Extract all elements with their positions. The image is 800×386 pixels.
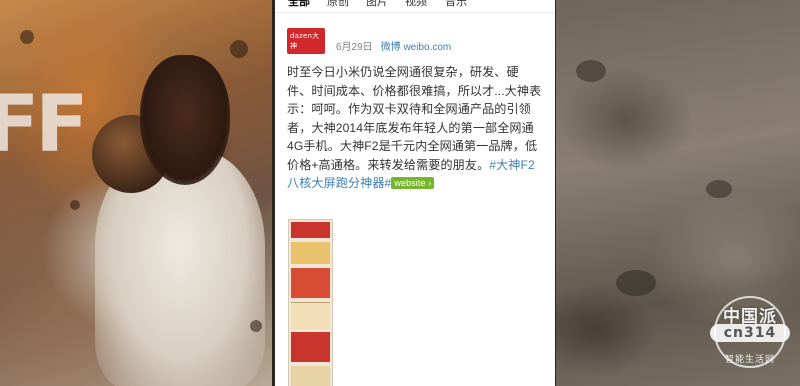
paint-splash — [20, 30, 34, 44]
post-meta: 6月29日 微博 weibo.com — [336, 38, 451, 53]
tab-original[interactable]: 原创 — [327, 0, 349, 9]
texture-stain — [706, 180, 732, 198]
watermark-code: cn314 — [723, 325, 777, 341]
tab-images[interactable]: 图片 — [366, 0, 388, 9]
post-body-text: 时至今日小米仍说全网通很复杂，研发、硬件、时间成本、价格都很难搞，所以才...大… — [287, 65, 542, 172]
player-head — [140, 55, 230, 185]
paint-splash — [70, 200, 80, 210]
feed-filter-tabs: 全部 原创 图片 视频 音乐 — [275, 0, 555, 13]
texture-stain — [576, 60, 606, 82]
post-image-thumbnail[interactable] — [288, 219, 333, 386]
avatar-brand-text: dazen大神 — [290, 32, 320, 50]
tab-all[interactable]: 全部 — [288, 0, 310, 9]
post-body: 时至今日小米仍说全网通很复杂，研发、硬件、时间成本、价格都很难搞，所以才...大… — [287, 63, 543, 193]
post-source-link[interactable]: 微博 weibo.com — [381, 42, 452, 53]
site-watermark-logo: 中国派 cn314 智能生活网 — [706, 296, 794, 380]
paint-splash — [250, 320, 262, 332]
avatar[interactable]: dazen大神 — [287, 28, 325, 54]
thumbnail-block — [291, 366, 330, 386]
thumbnail-header — [291, 222, 330, 238]
tab-music[interactable]: 音乐 — [445, 0, 467, 9]
post-date[interactable]: 6月29日 — [336, 42, 373, 53]
weibo-feed-panel: 全部 原创 图片 视频 音乐 dazen大神 6月29日 微博 weibo.com… — [275, 0, 555, 386]
paint-splash — [230, 40, 248, 58]
poster-letters: FF — [0, 80, 89, 170]
thumbnail-block — [291, 332, 330, 362]
thumbnail-block — [291, 268, 330, 298]
website-link-badge[interactable]: website › — [391, 177, 435, 189]
thumbnail-block — [291, 302, 330, 329]
texture-stain — [616, 270, 656, 296]
background-left-poster: FF — [0, 0, 272, 386]
watermark-subtitle: 智能生活网 — [724, 354, 775, 364]
tab-videos[interactable]: 视频 — [405, 0, 427, 9]
thumbnail-block — [291, 242, 330, 264]
